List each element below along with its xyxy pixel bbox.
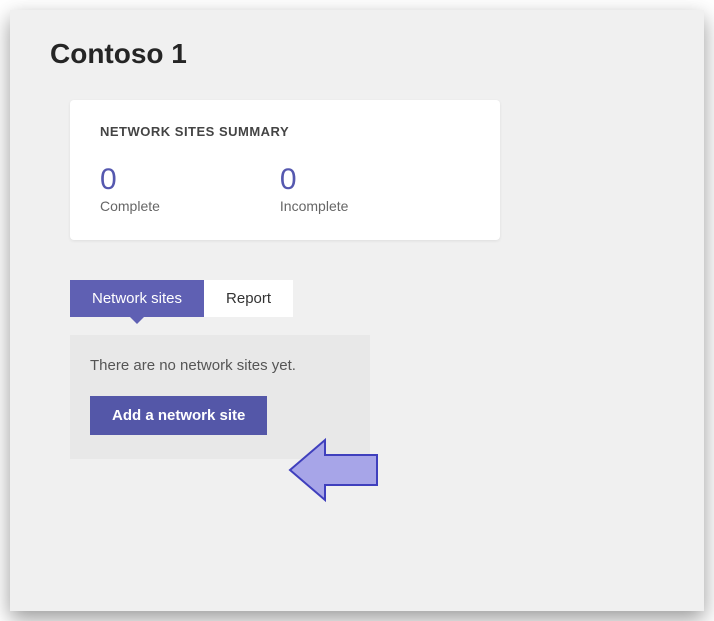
tab-network-sites[interactable]: Network sites bbox=[70, 280, 204, 317]
summary-card: NETWORK SITES SUMMARY 0 Complete 0 Incom… bbox=[70, 100, 500, 240]
empty-state-text: There are no network sites yet. bbox=[90, 357, 350, 374]
stat-incomplete: 0 Incomplete bbox=[280, 163, 348, 214]
page-title: Contoso 1 bbox=[50, 38, 664, 70]
tabs: Network sites Report bbox=[70, 280, 664, 317]
summary-header: NETWORK SITES SUMMARY bbox=[100, 124, 470, 139]
stat-complete-label: Complete bbox=[100, 198, 160, 214]
network-sites-panel: There are no network sites yet. Add a ne… bbox=[70, 335, 370, 459]
tab-report[interactable]: Report bbox=[204, 280, 293, 317]
stat-complete: 0 Complete bbox=[100, 163, 160, 214]
stat-complete-value: 0 bbox=[100, 163, 160, 196]
page-container: Contoso 1 NETWORK SITES SUMMARY 0 Comple… bbox=[10, 10, 704, 611]
stat-incomplete-label: Incomplete bbox=[280, 198, 348, 214]
add-network-site-button[interactable]: Add a network site bbox=[90, 396, 267, 435]
summary-stats: 0 Complete 0 Incomplete bbox=[100, 163, 470, 214]
stat-incomplete-value: 0 bbox=[280, 163, 348, 196]
